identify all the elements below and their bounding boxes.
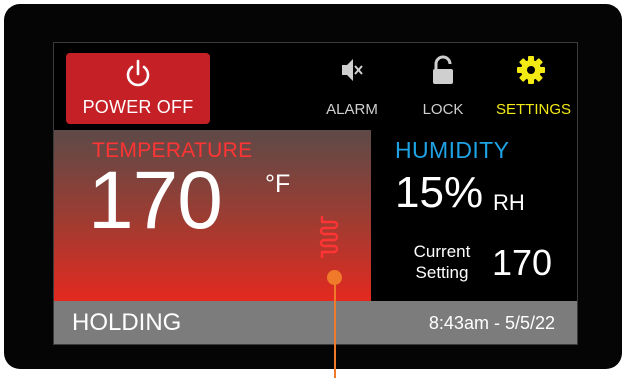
temperature-value: 170 [88, 155, 223, 246]
unlock-icon [433, 55, 453, 84]
gear-icon [517, 56, 545, 84]
current-setting-value[interactable]: 170 [492, 245, 552, 281]
status-datetime: 8:43am - 5/5/22 [428, 313, 555, 333]
humidity-unit: RH [493, 190, 525, 215]
power-off-label: POWER OFF [82, 97, 194, 117]
callout-dot [327, 270, 342, 285]
temperature-unit: °F [265, 170, 291, 198]
current-setting-label: Current Setting [413, 242, 471, 282]
status-text: HOLDING [72, 309, 182, 336]
power-off-button[interactable]: POWER OFF [66, 53, 210, 124]
settings-label: SETTINGS [496, 101, 572, 118]
humidity-value: 15% [395, 168, 484, 217]
settings-button[interactable]: SETTINGS [496, 55, 572, 118]
humidity-title: HUMIDITY [395, 137, 510, 163]
status-bar: HOLDING 8:43am - 5/5/22 [54, 301, 577, 344]
lock-button[interactable]: LOCK [408, 55, 478, 118]
speaker-muted-icon [342, 59, 363, 81]
callout-line [334, 277, 336, 378]
temperature-panel: TEMPERATURE 170 °F [54, 130, 371, 301]
power-icon [126, 59, 150, 87]
alarm-button[interactable]: ALARM [317, 55, 387, 118]
heater-coil-icon [319, 216, 339, 258]
control-screen: POWER OFF ALARM LOCK SETTINGS TEMPERATUR… [53, 42, 578, 345]
lock-label: LOCK [422, 101, 464, 118]
alarm-label: ALARM [326, 101, 378, 118]
